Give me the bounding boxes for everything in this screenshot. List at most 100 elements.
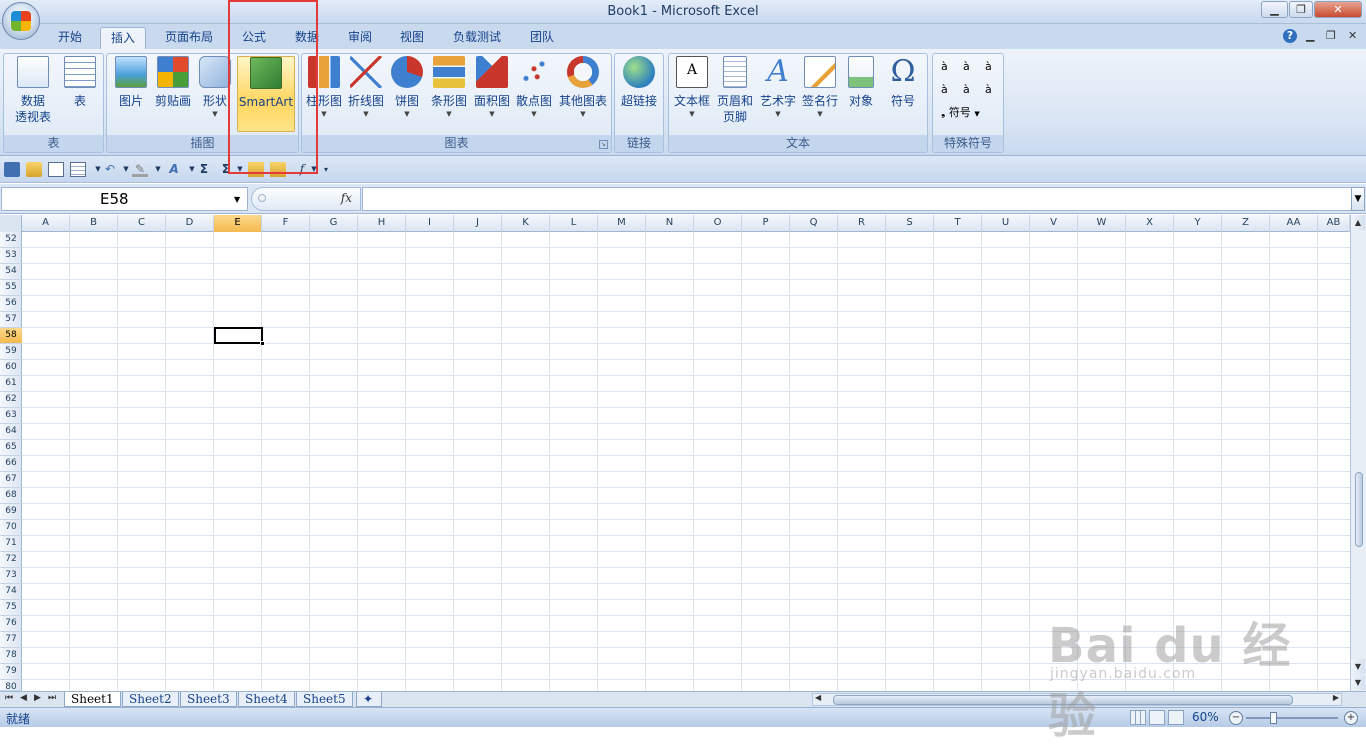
column-header[interactable]: E: [214, 215, 262, 232]
row-header[interactable]: 79: [0, 664, 22, 680]
sort-descending-icon[interactable]: [270, 162, 286, 177]
tab-page-layout[interactable]: 页面布局: [155, 27, 223, 49]
tab-home[interactable]: 开始: [48, 27, 92, 49]
tab-formulas[interactable]: 公式: [232, 27, 276, 49]
column-header[interactable]: W: [1078, 215, 1126, 232]
column-header[interactable]: G: [310, 215, 358, 232]
help-icon[interactable]: ?: [1283, 29, 1297, 43]
row-header[interactable]: 74: [0, 584, 22, 600]
column-chart-button[interactable]: 柱形图 ▼: [304, 56, 344, 132]
undo-icon[interactable]: ↶: [102, 162, 118, 177]
column-header[interactable]: J: [454, 215, 502, 232]
row-header[interactable]: 77: [0, 632, 22, 648]
open-folder-icon[interactable]: [26, 162, 42, 177]
font-color-icon[interactable]: A: [166, 162, 182, 177]
formula-input[interactable]: [362, 187, 1352, 211]
format-painter-icon[interactable]: ✎: [132, 162, 148, 177]
column-header[interactable]: I: [406, 215, 454, 232]
row-header[interactable]: 52: [0, 232, 22, 248]
column-header[interactable]: N: [646, 215, 694, 232]
fill-handle[interactable]: [260, 341, 265, 346]
column-header[interactable]: C: [118, 215, 166, 232]
row-header[interactable]: 68: [0, 488, 22, 504]
sheet-tab-sheet5[interactable]: Sheet5: [296, 692, 353, 707]
picture-button[interactable]: 图片: [111, 56, 151, 132]
tab-team[interactable]: 团队: [520, 27, 564, 49]
row-header[interactable]: 61: [0, 376, 22, 392]
row-header[interactable]: 66: [0, 456, 22, 472]
symbol-dropdown-button[interactable]: ❟ 符号 ▼: [941, 104, 980, 120]
row-header[interactable]: 65: [0, 440, 22, 456]
smartart-button[interactable]: SmartArt: [237, 56, 295, 132]
column-header[interactable]: Q: [790, 215, 838, 232]
column-header[interactable]: P: [742, 215, 790, 232]
chart-dialog-launcher-icon[interactable]: ↘: [599, 140, 608, 149]
row-header[interactable]: 70: [0, 520, 22, 536]
row-header[interactable]: 69: [0, 504, 22, 520]
object-button[interactable]: 对象: [843, 56, 879, 132]
column-header[interactable]: R: [838, 215, 886, 232]
row-header[interactable]: 75: [0, 600, 22, 616]
print-icon[interactable]: [70, 162, 86, 177]
symbol-cell[interactable]: à: [963, 60, 970, 73]
expand-formula-bar-icon[interactable]: ▼: [1351, 187, 1365, 211]
row-header[interactable]: 58: [0, 328, 22, 344]
close-button[interactable]: ✕: [1314, 1, 1362, 18]
name-box[interactable]: E58: [1, 187, 248, 211]
scroll-down-end-icon[interactable]: ▼: [1351, 675, 1365, 690]
sum-icon[interactable]: Σ: [196, 162, 212, 177]
symbol-cell[interactable]: à: [985, 83, 992, 96]
column-header[interactable]: T: [934, 215, 982, 232]
row-header[interactable]: 67: [0, 472, 22, 488]
print-preview-icon[interactable]: [48, 162, 64, 177]
column-header[interactable]: Z: [1222, 215, 1270, 232]
signature-line-button[interactable]: 签名行 ▼: [799, 56, 841, 132]
column-header[interactable]: AB: [1318, 215, 1350, 232]
row-header[interactable]: 53: [0, 248, 22, 264]
vertical-scroll-thumb[interactable]: [1355, 472, 1363, 547]
active-cell[interactable]: [214, 327, 265, 346]
first-sheet-icon[interactable]: ⏮: [5, 693, 13, 703]
row-header[interactable]: 73: [0, 568, 22, 584]
autosum-dropdown-icon[interactable]: ▼: [232, 162, 248, 177]
vertical-scrollbar[interactable]: ▲ ▼ ▼: [1350, 215, 1366, 691]
column-header[interactable]: U: [982, 215, 1030, 232]
name-box-dropdown-icon[interactable]: ▼: [234, 195, 240, 204]
clipart-button[interactable]: 剪贴画: [151, 56, 195, 132]
column-header[interactable]: H: [358, 215, 406, 232]
other-charts-button[interactable]: 其他图表 ▼: [556, 56, 610, 132]
column-header[interactable]: K: [502, 215, 550, 232]
column-header[interactable]: F: [262, 215, 310, 232]
row-header[interactable]: 60: [0, 360, 22, 376]
sheet-tab-sheet4[interactable]: Sheet4: [238, 692, 295, 707]
area-chart-button[interactable]: 面积图 ▼: [472, 56, 512, 132]
sheet-tab-sheet2[interactable]: Sheet2: [122, 692, 179, 707]
column-header[interactable]: O: [694, 215, 742, 232]
tab-review[interactable]: 审阅: [338, 27, 382, 49]
row-header[interactable]: 54: [0, 264, 22, 280]
office-button[interactable]: [2, 2, 40, 40]
row-header[interactable]: 55: [0, 280, 22, 296]
column-header[interactable]: D: [166, 215, 214, 232]
select-all-corner[interactable]: [0, 215, 22, 232]
sheet-tab-sheet1[interactable]: Sheet1: [64, 692, 121, 707]
column-header[interactable]: A: [22, 215, 70, 232]
pie-chart-button[interactable]: 饼图 ▼: [388, 56, 426, 132]
sheet-tab-sheet3[interactable]: Sheet3: [180, 692, 237, 707]
tab-load-test[interactable]: 负载测试: [443, 27, 511, 49]
insert-function-button[interactable]: fx: [341, 191, 352, 205]
row-header[interactable]: 80: [0, 680, 22, 692]
minimize-button[interactable]: ▁: [1261, 1, 1288, 18]
tab-insert[interactable]: 插入: [100, 27, 147, 49]
insert-sheet-icon[interactable]: ✦: [356, 692, 382, 707]
sort-ascending-icon[interactable]: [248, 162, 264, 177]
symbol-cell[interactable]: à: [941, 83, 948, 96]
row-header[interactable]: 76: [0, 616, 22, 632]
header-footer-button[interactable]: 页眉和 页脚: [715, 56, 755, 132]
scroll-left-icon[interactable]: ◀: [815, 693, 821, 702]
row-header[interactable]: 63: [0, 408, 22, 424]
scroll-down-icon[interactable]: ▼: [1351, 659, 1365, 674]
ribbon-restore-icon[interactable]: ❐: [1326, 29, 1336, 42]
symbol-cell[interactable]: à: [963, 83, 970, 96]
symbol-cell[interactable]: à: [985, 60, 992, 73]
